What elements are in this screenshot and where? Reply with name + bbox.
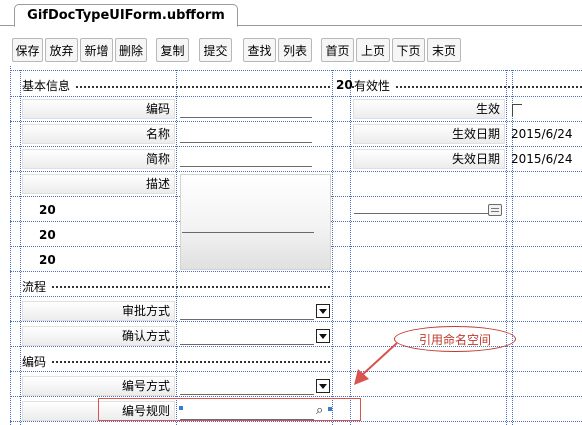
grid-guide (10, 371, 582, 372)
layout-row-height: 20 (39, 203, 56, 217)
approval-mode-select[interactable] (180, 319, 314, 320)
list-button-label: 列表 (282, 44, 307, 58)
submit-button[interactable]: 提交 (199, 38, 232, 62)
approval-mode-label: 审批方式 (22, 301, 175, 321)
expire-date-value[interactable]: 2015/6/24 (511, 152, 573, 166)
validity-num: 20 (336, 78, 353, 92)
save-button-label: 保存 (15, 44, 40, 58)
grid-guide (10, 296, 582, 297)
grid-guide (10, 396, 582, 397)
document-tab-strip: GifDocTypeUIForm.ubfform (0, 0, 582, 27)
document-tab-title: GifDocTypeUIForm.ubfform (27, 8, 225, 23)
section-divider (24, 286, 330, 288)
copy-button-label: 复制 (160, 44, 185, 58)
copy-button[interactable]: 复制 (156, 38, 189, 62)
first-page-button-label: 首页 (325, 44, 350, 58)
last-page-button-label: 末页 (431, 44, 456, 58)
layout-row-height: 20 (39, 228, 56, 242)
section-divider (24, 361, 330, 363)
name-label: 名称 (22, 124, 175, 144)
add-button-label: 新增 (84, 44, 109, 58)
next-page-button[interactable]: 下页 (392, 38, 425, 62)
annotation-arrow-icon (354, 342, 398, 385)
calendar-icon[interactable] (488, 204, 502, 216)
submit-button-label: 提交 (203, 44, 228, 58)
short-name-input[interactable] (180, 166, 312, 167)
effective-label: 生效 (353, 99, 505, 119)
annotation-callout-text: 引用命名空间 (418, 332, 491, 347)
numbering-mode-select[interactable] (180, 394, 314, 395)
description-textarea[interactable] (180, 174, 331, 270)
grid-guide (10, 146, 582, 147)
chevron-down-icon[interactable] (316, 379, 330, 393)
description-label: 描述 (22, 174, 175, 194)
grid-guide (10, 70, 582, 71)
discard-button[interactable]: 放弃 (45, 38, 78, 62)
find-button-label: 查找 (247, 44, 272, 58)
last-page-button[interactable]: 末页 (427, 38, 461, 62)
grid-guide (10, 171, 582, 172)
delete-button[interactable]: 删除 (115, 38, 147, 62)
find-button[interactable]: 查找 (243, 38, 276, 62)
short-name-label: 简称 (22, 149, 175, 169)
chevron-down-icon[interactable] (316, 304, 330, 318)
date-picker-input[interactable] (354, 213, 488, 214)
section-title-code: 编码 (22, 353, 51, 370)
document-tab[interactable]: GifDocTypeUIForm.ubfform (14, 4, 238, 27)
section-title-validity: 有效性 (354, 77, 395, 94)
effective-date-value[interactable]: 2015/6/24 (511, 127, 573, 141)
list-button[interactable]: 列表 (278, 38, 312, 62)
expire-date-label: 失效日期 (353, 149, 505, 169)
grid-guide (10, 271, 582, 272)
add-button[interactable]: 新增 (80, 38, 113, 62)
delete-button-label: 删除 (118, 44, 143, 58)
grid-guide (10, 96, 582, 97)
prev-page-button[interactable]: 上页 (356, 38, 390, 62)
layout-row-height: 20 (39, 253, 56, 267)
effective-checkbox[interactable] (512, 104, 522, 116)
name-input[interactable] (180, 142, 312, 143)
confirm-mode-select[interactable] (180, 344, 314, 345)
description-midline (182, 232, 314, 233)
grid-guide (10, 421, 582, 422)
next-page-button-label: 下页 (396, 44, 421, 58)
numbering-mode-label: 编号方式 (22, 376, 175, 396)
highlight-box (98, 398, 361, 421)
effective-date-label: 生效日期 (353, 124, 505, 144)
first-page-button[interactable]: 首页 (321, 38, 354, 62)
save-button[interactable]: 保存 (12, 38, 43, 62)
code-label: 编码 (22, 99, 175, 119)
code-input[interactable] (180, 117, 312, 118)
section-title-flow: 流程 (22, 278, 51, 295)
discard-button-label: 放弃 (49, 44, 74, 58)
grid-guide (10, 121, 582, 122)
grid-guide (10, 321, 582, 322)
confirm-mode-label: 确认方式 (22, 326, 175, 346)
prev-page-button-label: 上页 (360, 44, 385, 58)
section-title-basic: 基本信息 (22, 77, 75, 94)
chevron-down-icon[interactable] (316, 329, 330, 343)
annotation-callout: 引用命名空间 (394, 326, 516, 352)
